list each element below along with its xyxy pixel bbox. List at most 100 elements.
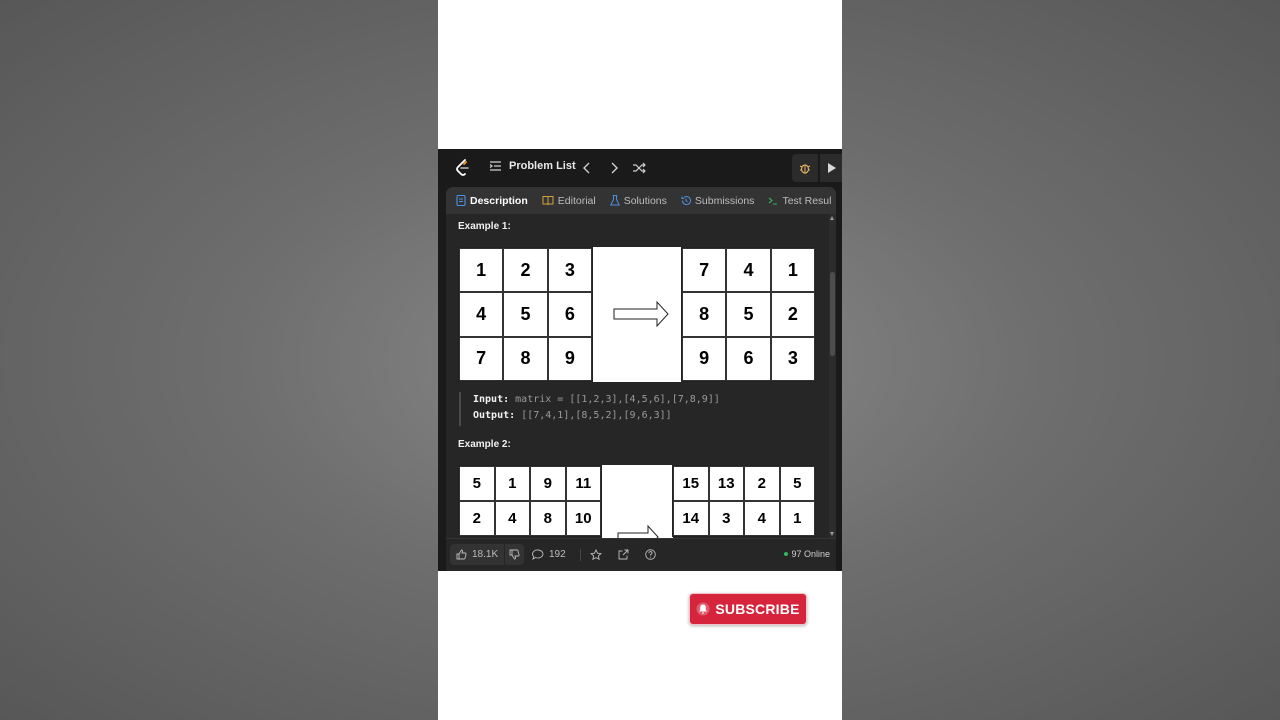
matrix-cell: 7: [459, 336, 504, 381]
matrix-cell: 1: [779, 501, 815, 536]
example-1-arrow: [593, 247, 682, 382]
comment-count: 192: [549, 549, 566, 560]
matrix-cell: 9: [530, 466, 566, 501]
tab-editorial[interactable]: Editorial: [542, 195, 603, 207]
output-value: [[7,4,1],[8,5,2],[9,6,3]]: [521, 410, 672, 421]
example-2-input-matrix: 5 1 9 11 2 4 8 10: [458, 465, 602, 537]
comments-button[interactable]: 192: [532, 544, 566, 565]
example-1-input-matrix: 123456789: [458, 247, 593, 382]
example-2-arrow: [602, 465, 673, 538]
panel-footer: 18.1K 192 97 Online: [446, 538, 836, 571]
scroll-down-icon[interactable]: [830, 532, 834, 536]
like-count: 18.1K: [472, 549, 499, 560]
description-panel: Description Editorial Solutions Submissi…: [446, 187, 836, 571]
matrix-cell: 15: [673, 466, 709, 501]
right-arrow-icon: [613, 300, 669, 328]
tab-submissions[interactable]: Submissions: [681, 195, 762, 207]
matrix-cell: 3: [770, 336, 815, 381]
tab-solutions[interactable]: Solutions: [609, 195, 674, 207]
right-arrow-icon: [617, 524, 659, 538]
problem-list-button[interactable]: Problem List: [489, 160, 576, 172]
matrix-cell: 1: [459, 248, 504, 293]
top-bar: Problem List: [438, 149, 842, 187]
matrix-cell: 6: [726, 336, 771, 381]
matrix-cell: 5: [726, 292, 771, 337]
matrix-cell: 3: [547, 248, 592, 293]
list-icon: [489, 161, 501, 171]
thumbs-down-icon: [509, 549, 520, 560]
like-button[interactable]: 18.1K: [450, 544, 502, 565]
content-scrollbar[interactable]: [829, 214, 836, 538]
matrix-cell: 8: [530, 501, 566, 536]
online-indicator: 97 Online: [784, 549, 830, 559]
matrix-cell: 1: [770, 248, 815, 293]
matrix-cell: 8: [682, 292, 727, 337]
description-content: Example 1: 123456789 741852963 Input: ma…: [446, 214, 828, 538]
example-2-title: Example 2:: [458, 439, 511, 450]
matrix-cell: 10: [565, 501, 601, 536]
example-1-code-block: Input: matrix = [[1,2,3],[4,5,6],[7,8,9]…: [459, 392, 819, 426]
thumbs-up-icon: [456, 549, 467, 560]
output-label: Output:: [473, 410, 516, 421]
input-value: matrix = [[1,2,3],[4,5,6],[7,8,9]]: [515, 394, 720, 405]
flask-icon: [609, 195, 620, 206]
online-count: 97 Online: [791, 549, 830, 559]
matrix-cell: 6: [547, 292, 592, 337]
comment-icon: [532, 549, 544, 560]
matrix-cell: 2: [459, 501, 495, 536]
online-dot: [784, 552, 789, 556]
question-icon: [645, 549, 656, 560]
matrix-cell: 7: [682, 248, 727, 293]
favorite-button[interactable]: [590, 544, 602, 565]
tab-test-result[interactable]: Test Resul: [768, 195, 836, 207]
matrix-cell: 4: [494, 501, 530, 536]
matrix-cell: 8: [503, 336, 548, 381]
play-icon: [828, 163, 836, 173]
example-2-output-matrix: 15 13 2 5 14 3 4 1: [672, 465, 816, 537]
matrix-cell: 1: [494, 466, 530, 501]
matrix-cell: 9: [682, 336, 727, 381]
matrix-cell: 2: [503, 248, 548, 293]
bug-icon: [799, 164, 811, 174]
share-button[interactable]: [618, 544, 629, 565]
prev-problem-icon[interactable]: [579, 160, 595, 176]
scrollbar-thumb[interactable]: [830, 272, 835, 356]
matrix-cell: 9: [547, 336, 592, 381]
shuffle-icon[interactable]: [631, 160, 647, 176]
terminal-icon: [769, 197, 778, 205]
problem-list-label: Problem List: [509, 160, 576, 172]
leetcode-app: Problem List Description Editorial Solut…: [438, 149, 842, 571]
subscribe-button[interactable]: SUBSCRIBE: [689, 593, 807, 625]
footer-divider: [580, 549, 581, 561]
matrix-cell: 5: [779, 466, 815, 501]
input-label: Input:: [473, 394, 510, 405]
debug-button[interactable]: [792, 154, 818, 182]
example-1-output-matrix: 741852963: [681, 247, 816, 382]
leetcode-logo-icon[interactable]: [454, 158, 472, 178]
matrix-cell: 2: [744, 466, 780, 501]
dislike-button[interactable]: [504, 544, 524, 565]
matrix-cell: 4: [744, 501, 780, 536]
matrix-cell: 14: [673, 501, 709, 536]
star-icon: [590, 548, 602, 560]
scroll-up-icon[interactable]: [830, 216, 834, 220]
next-problem-icon[interactable]: [606, 160, 622, 176]
history-icon: [681, 196, 691, 206]
subscribe-label: SUBSCRIBE: [715, 601, 800, 617]
example-1-title: Example 1:: [458, 221, 511, 232]
run-button[interactable]: [820, 154, 842, 182]
matrix-cell: 4: [459, 292, 504, 337]
matrix-cell: 5: [503, 292, 548, 337]
help-button[interactable]: [645, 544, 656, 565]
matrix-cell: 5: [459, 466, 495, 501]
panel-tabs: Description Editorial Solutions Submissi…: [446, 187, 836, 214]
matrix-cell: 2: [770, 292, 815, 337]
matrix-cell: 11: [565, 466, 601, 501]
book-icon: [542, 196, 554, 206]
matrix-cell: 13: [708, 466, 744, 501]
tab-description[interactable]: Description: [456, 195, 535, 207]
matrix-cell: 3: [708, 501, 744, 536]
vote-group: 18.1K: [450, 544, 524, 565]
matrix-cell: 4: [726, 248, 771, 293]
bell-icon: [696, 602, 710, 616]
